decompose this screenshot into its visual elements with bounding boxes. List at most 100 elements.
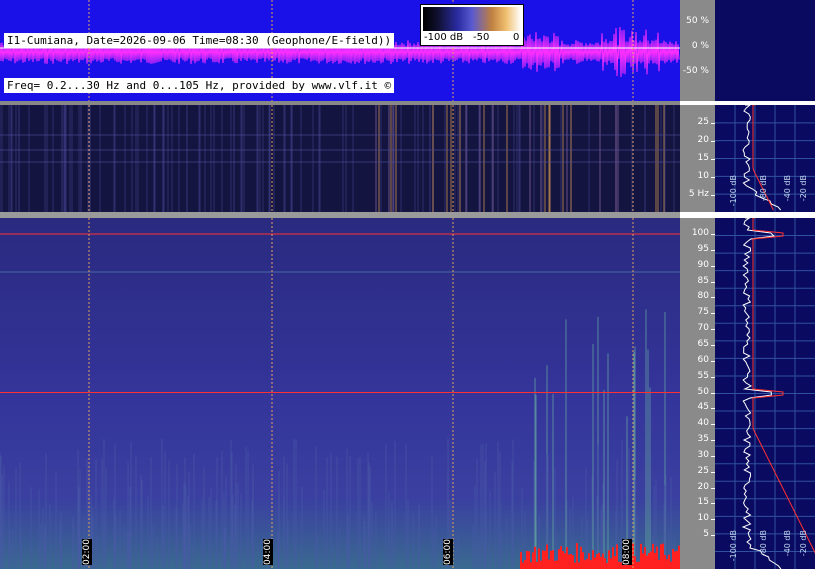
vlf-low-noise-bar <box>664 555 666 569</box>
profile-db-label: -80 dB <box>759 530 768 557</box>
vlf-low-noise-bar <box>596 554 598 569</box>
vlf-tick-label: 5 <box>703 529 709 540</box>
vlf-tick-label: 45 <box>697 402 709 413</box>
vlf-low-noise-bar <box>556 560 558 569</box>
vlf-low-noise-bar <box>542 550 544 569</box>
elf-tick-label: 5 Hz <box>688 189 709 199</box>
profile-db-label: -80 dB <box>759 175 768 202</box>
vlf-tick-label: 35 <box>697 434 709 445</box>
vlf-low-noise-bar <box>640 543 642 569</box>
vlf-low-noise-bar <box>594 557 596 569</box>
vlf-tick-label: 60 <box>697 354 709 365</box>
vlf-low-noise-bar <box>676 550 678 569</box>
vlf-low-noise-bar <box>644 547 646 569</box>
vlf-low-noise-bar <box>674 551 676 569</box>
wave-tick-label: 50 % <box>686 16 709 26</box>
time-label-0200: 02:00 <box>82 539 92 565</box>
header-line-2: Freq= 0.2...30 Hz and 0...105 Hz, provid… <box>4 78 395 93</box>
vlf-low-noise-bar <box>652 543 654 569</box>
vlf-spectrum-profile: -100 dB -80 dB -40 dB -20 dB <box>715 217 815 570</box>
vlf-low-noise-bar <box>552 550 554 569</box>
vlf-tick-label: 70 <box>697 323 709 334</box>
vlf-low-noise-bar <box>548 559 550 569</box>
vlf-low-noise-bar <box>580 546 582 569</box>
elf-tick-label: 10 <box>697 171 709 181</box>
vlf-tick-label: 15 <box>697 497 709 508</box>
vlf-low-noise-bar <box>538 548 540 569</box>
vlf-low-noise-bar <box>576 543 578 569</box>
time-label-0800: 08:00 <box>622 539 632 565</box>
color-scale-gradient <box>423 7 521 31</box>
vlf-low-noise-bar <box>654 552 656 569</box>
color-scale-label-min: -100 dB <box>424 32 464 43</box>
vlf-low-noise-bar <box>646 555 648 569</box>
vlf-tick-label: 85 <box>697 275 709 286</box>
wave-tick-label: 0 % <box>691 41 709 51</box>
vlf-frequency-axis: 100 95 90 85 80 75 70 65 60 55 50 45 40 35 30 25 20 15 10 5 <box>680 218 715 569</box>
vlf-low-noise-bar <box>658 559 660 569</box>
vlf-low-noise-bar <box>528 551 530 569</box>
vlf-tick-label: 95 <box>697 243 709 254</box>
vlf-low-noise-bar <box>534 546 536 569</box>
color-scale-label-max: 0 <box>513 32 520 43</box>
profile-db-label: -100 dB <box>729 530 738 562</box>
vlf-low-noise-bar <box>662 543 664 569</box>
vlf-tick-label: 65 <box>697 338 709 349</box>
vlf-low-noise-bar <box>564 553 566 569</box>
vlf-low-noise-bar <box>668 554 670 569</box>
vlf-low-noise-bar <box>636 562 638 569</box>
vlf-low-noise-bar <box>530 562 532 569</box>
profile-db-label: -40 dB <box>783 175 792 202</box>
vlf-tick-label: 25 <box>697 465 709 476</box>
vlf-tick-label: 50 <box>697 386 709 397</box>
elf-tick-label: 20 <box>697 135 709 145</box>
vlf-low-noise-bar <box>566 547 568 569</box>
vlf-low-noise-bar <box>616 544 618 569</box>
vlf-low-noise-bar <box>656 546 658 569</box>
vlf-low-noise-bar <box>578 562 580 569</box>
time-label-0600: 06:00 <box>443 539 453 565</box>
vlf-tick-label: 75 <box>697 307 709 318</box>
vlf-low-noise-bar <box>522 562 524 569</box>
vlf-tick-label: 10 <box>697 513 709 524</box>
vlf-low-noise-bar <box>598 552 600 569</box>
vlf-tick-label: 80 <box>697 291 709 302</box>
color-scale-legend: -100 dB -50 0 <box>420 4 524 46</box>
vlf-low-noise-bar <box>536 561 538 569</box>
vlf-low-noise-bar <box>608 550 610 569</box>
elf-frequency-axis: 25 20 15 10 5 Hz <box>680 105 715 212</box>
profile-db-label: -20 dB <box>799 175 808 202</box>
vlf-low-noise-bar <box>590 560 592 569</box>
vlf-low-noise-bar <box>584 560 586 569</box>
vlf-low-noise-bar <box>582 552 584 569</box>
color-scale-label-mid: -50 <box>473 32 490 43</box>
vlf-low-noise-bar <box>572 555 574 569</box>
vlf-tick-label: 20 <box>697 481 709 492</box>
vlf-low-noise-bar <box>606 562 608 569</box>
vlf-low-noise-bar <box>526 550 528 569</box>
vlf-low-noise-bar <box>672 549 674 569</box>
vlf-low-noise-bar <box>588 553 590 569</box>
vlf-low-noise-bar <box>554 560 556 569</box>
header-line-1: I1-Cumiana, Date=2026-09-06 Time=08:30 (… <box>4 33 395 48</box>
vlf-low-noise-bar <box>600 556 602 569</box>
profile-db-label: -40 dB <box>783 530 792 557</box>
elf-tick-label: 15 <box>697 153 709 163</box>
vlf-low-noise-bar <box>570 553 572 569</box>
vlf-low-noise-bar <box>614 556 616 569</box>
vlf-low-noise-bar <box>660 544 662 569</box>
vlf-low-noise-bar <box>558 549 560 569</box>
vlf-low-noise-bar <box>612 547 614 569</box>
vlf-low-noise-bar <box>638 561 640 569</box>
vlf-low-noise-bar <box>524 559 526 569</box>
wave-tick-label: -50 % <box>682 66 709 76</box>
time-label-0400: 04:00 <box>263 539 273 565</box>
vlf-low-noise-bar <box>650 551 652 569</box>
profile-db-label: -100 dB <box>729 175 738 207</box>
vlf-spectrogram: 02:00 04:00 06:00 08:00 <box>0 218 680 569</box>
vlf-low-noise-bar <box>550 550 552 569</box>
profile-top-panel <box>715 0 815 101</box>
vlf-low-noise-bar <box>562 551 564 569</box>
vlf-tick-label: 40 <box>697 418 709 429</box>
vlf-low-noise-bar <box>520 552 522 569</box>
